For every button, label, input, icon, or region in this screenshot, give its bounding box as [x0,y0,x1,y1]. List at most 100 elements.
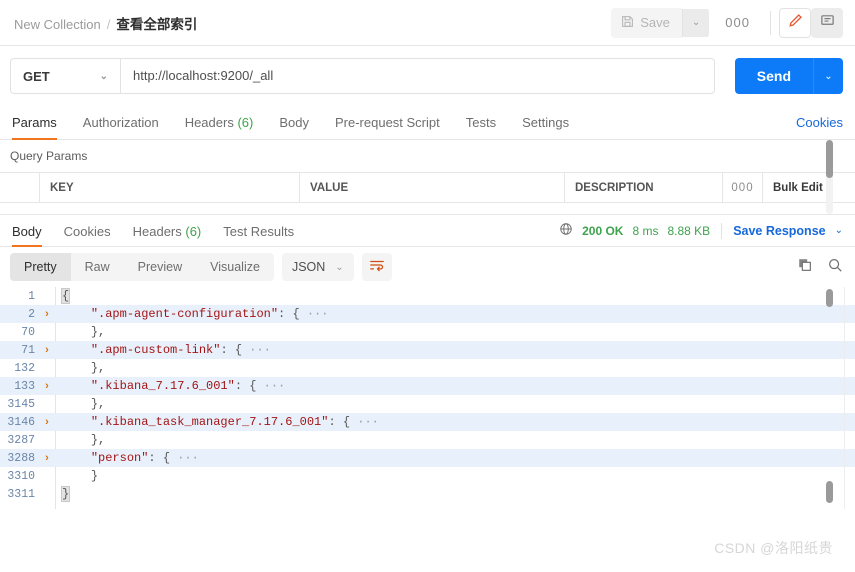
response-tab-headers[interactable]: Headers (6) [122,215,213,247]
view-mode-preview[interactable]: Preview [124,253,196,281]
code-text: }, [54,361,105,375]
code-line[interactable]: 3288 › "person": { ··· [0,449,855,467]
response-tab-body[interactable]: Body [10,215,53,247]
meta-divider [721,222,723,239]
more-actions-button[interactable]: 000 [713,9,762,36]
edit-button[interactable] [779,7,811,38]
pencil-icon [788,13,803,33]
tab-label: Test Results [223,223,295,239]
code-line[interactable]: 71 › ".apm-custom-link": { ··· [0,341,855,359]
url-input[interactable]: http://localhost:9200/_all [120,58,715,94]
tab-body[interactable]: Body [266,115,322,139]
chevron-down-icon: ⌄ [99,70,108,82]
code-line[interactable]: 3146 › ".kibana_task_manager_7.17.6_001":… [0,413,855,431]
code-text: }, [54,397,105,411]
save-dropdown-button[interactable]: ⌄ [681,8,710,37]
code-scrollbar[interactable] [826,289,833,507]
send-button[interactable]: Send [734,58,813,94]
format-select[interactable]: JSON ⌄ [281,253,354,281]
tab-settings[interactable]: Settings [509,115,582,139]
method-select[interactable]: GET ⌄ [10,58,120,94]
table-row[interactable] [0,203,855,215]
json-punctuation: : { [148,451,171,465]
code-line[interactable]: 3311} [0,485,855,503]
code-text: ".apm-custom-link": { ··· [54,343,271,357]
url-input-group: GET ⌄ http://localhost:9200/_all [10,58,715,94]
fold-chevron-icon[interactable]: › [40,344,54,356]
breadcrumb-separator: / [106,16,111,32]
response-time: 8 ms [632,223,659,238]
fold-ellipsis: ··· [170,451,199,465]
table-header-row: KEY VALUE DESCRIPTION 000 Bulk Edit [0,172,855,203]
line-number: 3288 [7,451,35,465]
breadcrumb-current[interactable]: 查看全部索引 [116,13,197,33]
code-scrollbar-thumb-bottom[interactable] [826,481,833,503]
fold-ellipsis: ··· [242,343,271,357]
copy-icon[interactable] [797,257,813,278]
code-text: "person": { ··· [54,451,199,465]
tab-tests[interactable]: Tests [453,115,509,139]
line-number: 132 [14,361,35,375]
fold-chevron-icon[interactable]: › [40,308,54,320]
line-number: 3145 [7,397,35,411]
send-dropdown-button[interactable]: ⌄ [813,58,843,94]
view-mode-visualize[interactable]: Visualize [196,253,274,281]
code-line[interactable]: 3310 } [0,467,855,485]
code-lines: 1{2 › ".apm-agent-configuration": { ··· 70… [0,287,855,503]
save-response-button[interactable]: Save Response [733,224,825,238]
fold-ellipsis: ··· [350,415,379,429]
tab-pre-request-script[interactable]: Pre-request Script [322,115,453,139]
code-line[interactable]: 3287 }, [0,431,855,449]
response-body-code[interactable]: 1{2 › ".apm-agent-configuration": { ··· 70… [0,287,855,509]
request-tabs: Params Authorization Headers (6) Body Pr… [0,106,855,140]
params-more-button[interactable]: 000 [723,172,763,203]
tab-label: Settings [522,115,570,130]
json-punctuation: : { [328,415,351,429]
response-tab-cookies[interactable]: Cookies [53,215,122,247]
code-line[interactable]: 3145 }, [0,395,855,413]
params-scrollbar[interactable] [826,140,833,214]
code-line[interactable]: 1{ [0,287,855,305]
matching-brace: { [60,288,71,304]
cookies-link[interactable]: Cookies [796,115,843,139]
search-icon[interactable] [827,257,843,278]
fold-chevron-icon[interactable]: › [40,416,54,428]
code-line[interactable]: 132 }, [0,359,855,377]
tab-label: Cookies [63,223,111,239]
globe-icon [559,222,573,239]
json-key: "person" [90,451,149,465]
line-number: 71 [21,343,35,357]
json-punctuation: }, [90,325,106,339]
comment-button[interactable] [811,7,843,38]
code-line[interactable]: 2 › ".apm-agent-configuration": { ··· [0,305,855,323]
top-bar-actions: Save ⌄ 000 [611,7,843,38]
view-mode-pretty[interactable]: Pretty [10,253,71,281]
json-punctuation: }, [90,433,106,447]
tab-params[interactable]: Params [10,115,70,140]
chevron-down-icon: ⌄ [335,261,344,273]
top-bar: New Collection / 查看全部索引 Save ⌄ 000 [0,0,855,46]
line-number: 3287 [7,433,35,447]
fold-chevron-icon[interactable]: › [40,380,54,392]
fold-chevron-icon[interactable]: › [40,452,54,464]
word-wrap-button[interactable] [361,253,392,281]
line-number: 3310 [7,469,35,483]
code-line[interactable]: 133 › ".kibana_7.17.6_001": { ··· [0,377,855,395]
url-bar: GET ⌄ http://localhost:9200/_all Send ⌄ [0,46,855,106]
tab-headers[interactable]: Headers (6) [172,115,267,139]
fold-ellipsis: ··· [256,379,286,393]
view-mode-raw[interactable]: Raw [71,253,124,281]
tab-authorization[interactable]: Authorization [70,115,172,139]
query-params-title: Query Params [10,149,88,163]
json-punctuation: }, [90,397,106,411]
code-scrollbar-thumb-top[interactable] [826,289,833,307]
save-button[interactable]: Save [611,7,682,38]
fold-ellipsis: ··· [299,307,329,321]
select-all-checkbox-cell[interactable] [0,172,40,203]
code-line[interactable]: 70 }, [0,323,855,341]
breadcrumb-collection[interactable]: New Collection [14,17,101,32]
params-scrollbar-thumb[interactable] [826,140,833,178]
matching-brace: } [60,486,71,502]
response-tab-test-results[interactable]: Test Results [212,215,305,247]
chevron-down-icon[interactable]: ⌄ [835,225,843,236]
